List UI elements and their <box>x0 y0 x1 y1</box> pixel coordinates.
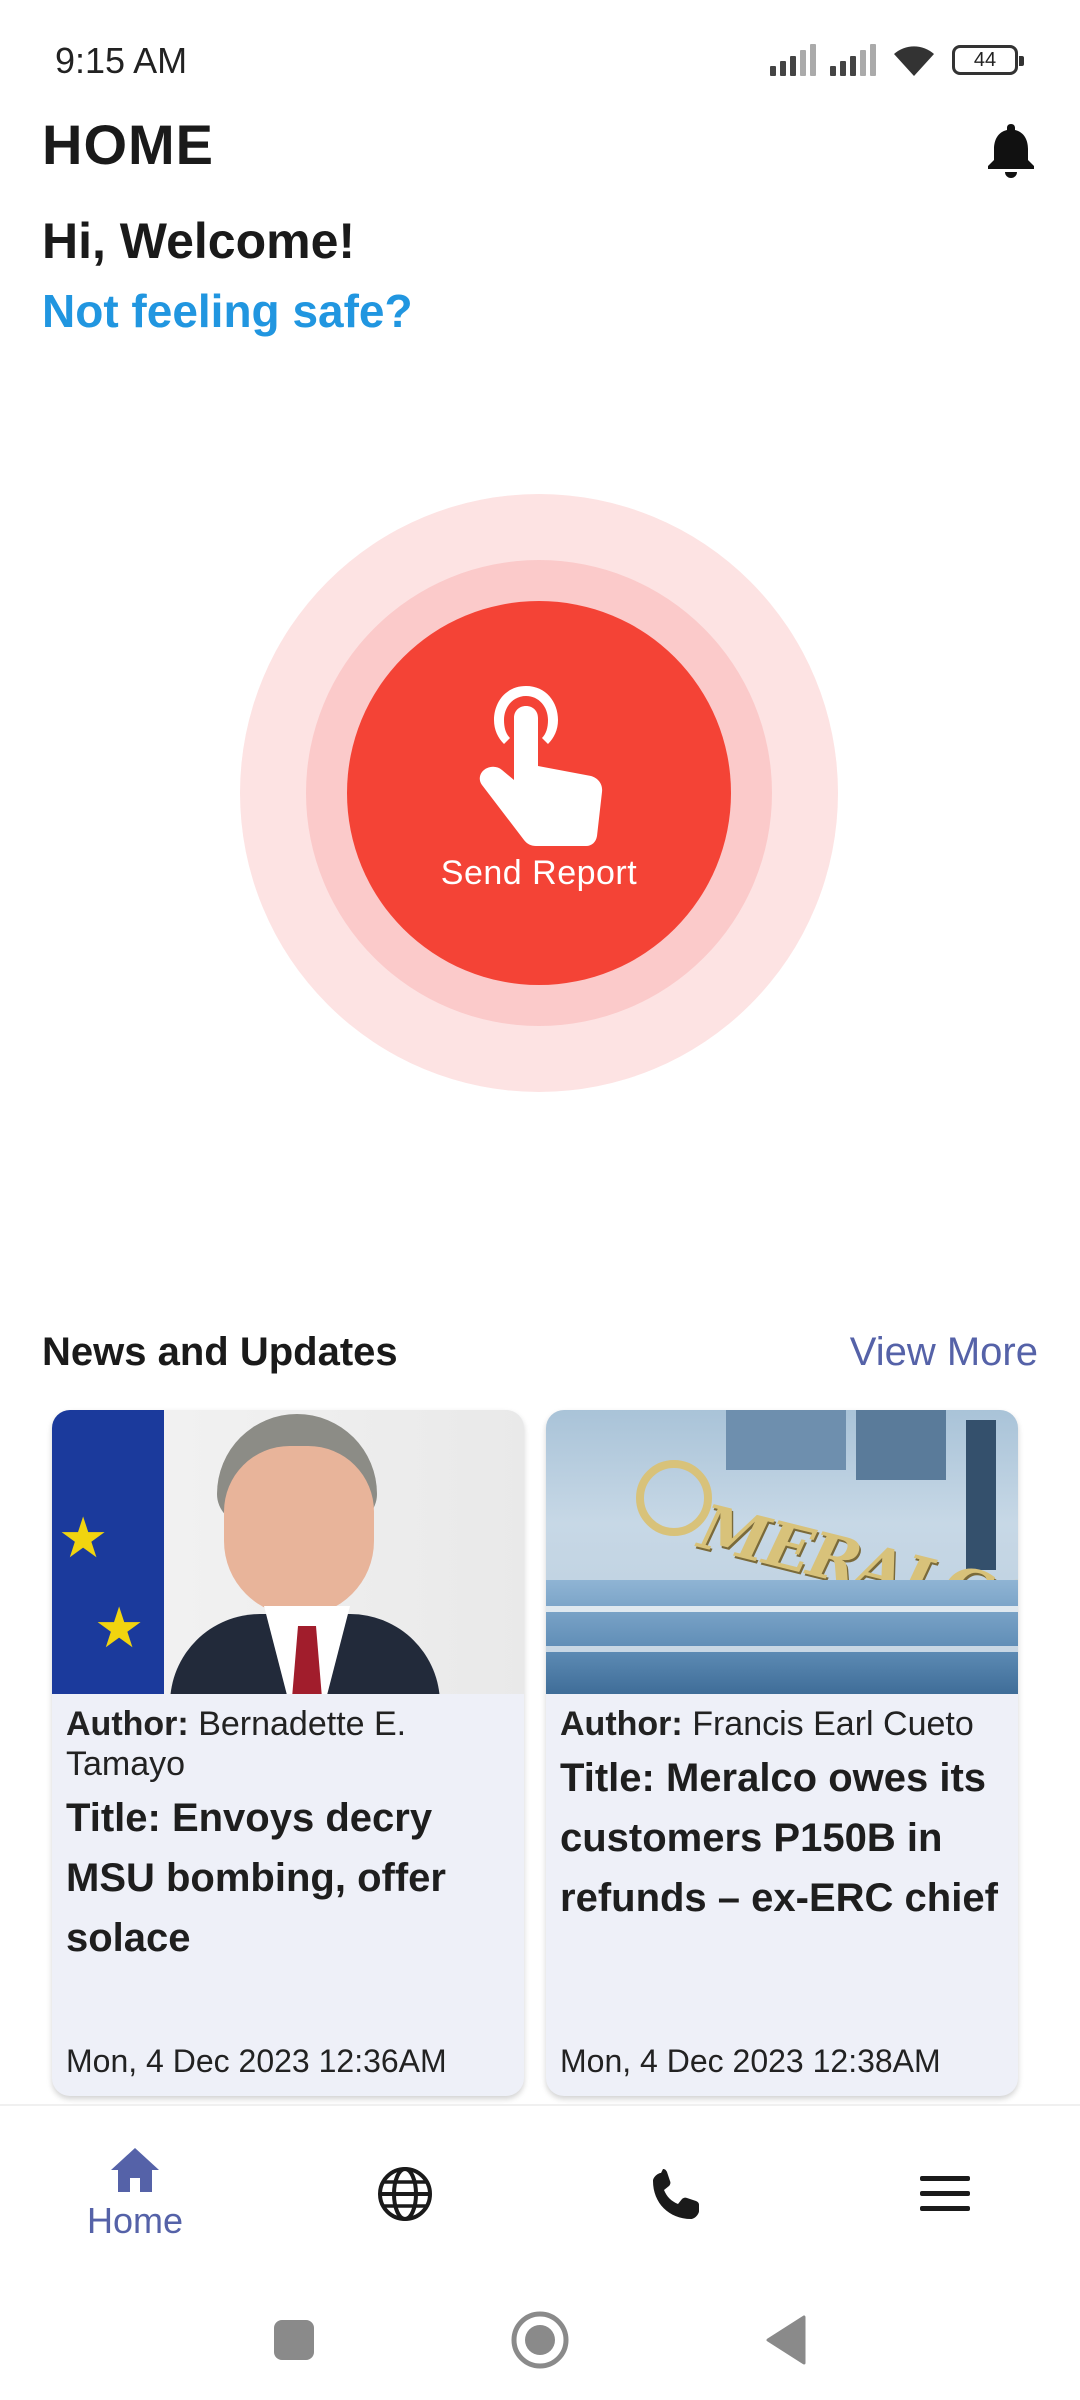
battery-icon: 44 <box>952 45 1024 75</box>
battery-level: 44 <box>973 48 997 71</box>
home-circle-icon <box>511 2311 569 2369</box>
nav-home-label: Home <box>86 2200 184 2241</box>
news-section-title: News and Updates <box>42 1330 398 1374</box>
not-feeling-safe-prompt: Not feeling safe? <box>42 285 413 337</box>
news-card-body: Author: Francis Earl Cueto Title: Meralc… <box>546 1694 1018 2096</box>
recents-icon <box>274 2320 314 2360</box>
send-report-button[interactable]: Send Report <box>347 601 731 985</box>
news-card[interactable]: MERALCO Author: Francis Earl Cueto Title… <box>546 1410 1018 2096</box>
news-headline: Title: Envoys decry MSU bombing, offer s… <box>66 1796 446 1960</box>
nav-menu[interactable] <box>810 2106 1080 2282</box>
news-card-body: Author: Bernadette E. Tamayo Title: Envo… <box>52 1694 524 2096</box>
news-author: Author: Bernadette E. Tamayo <box>66 1705 407 1783</box>
system-home-button[interactable] <box>506 2306 574 2374</box>
globe-icon <box>378 2167 432 2221</box>
back-button[interactable] <box>752 2306 820 2374</box>
signal-icon <box>830 44 876 76</box>
tap-hand-icon <box>479 685 603 846</box>
welcome-heading: Hi, Welcome! <box>42 213 356 269</box>
notification-button[interactable] <box>982 118 1040 182</box>
status-bar: 9:15 AM 44 <box>0 0 1080 120</box>
news-image-portrait: ★ ★ <box>52 1410 524 1694</box>
recents-button[interactable] <box>260 2306 328 2374</box>
system-navigation <box>0 2280 1080 2400</box>
news-card[interactable]: ★ ★ Author: Bernadette E. Tamayo Title: … <box>52 1410 524 2096</box>
news-headline: Title: Meralco owes its customers P150B … <box>560 1756 998 1920</box>
home-icon <box>111 2148 159 2192</box>
news-date: Mon, 4 Dec 2023 12:36AM <box>66 2043 447 2079</box>
page-title: HOME <box>42 113 214 176</box>
send-report-label: Send Report <box>440 853 638 892</box>
bottom-navigation: Home <box>0 2104 1080 2280</box>
phone-icon <box>653 2169 699 2219</box>
news-author: Author: Francis Earl Cueto <box>560 1705 974 1743</box>
flag-graphic: ★ ★ <box>52 1410 164 1694</box>
nav-home[interactable]: Home <box>0 2106 270 2282</box>
menu-icon <box>920 2176 970 2211</box>
view-more-link[interactable]: View More <box>850 1330 1038 1375</box>
bell-icon <box>988 124 1034 178</box>
news-image-building: MERALCO <box>546 1410 1018 1694</box>
nav-phone[interactable] <box>540 2106 810 2282</box>
nav-globe[interactable] <box>270 2106 540 2282</box>
status-icons: 44 <box>770 40 1024 80</box>
wifi-icon <box>894 46 934 76</box>
back-icon <box>766 2315 806 2365</box>
news-date: Mon, 4 Dec 2023 12:38AM <box>560 2043 941 2079</box>
signal-icon <box>770 44 816 76</box>
status-time: 9:15 AM <box>55 40 188 81</box>
